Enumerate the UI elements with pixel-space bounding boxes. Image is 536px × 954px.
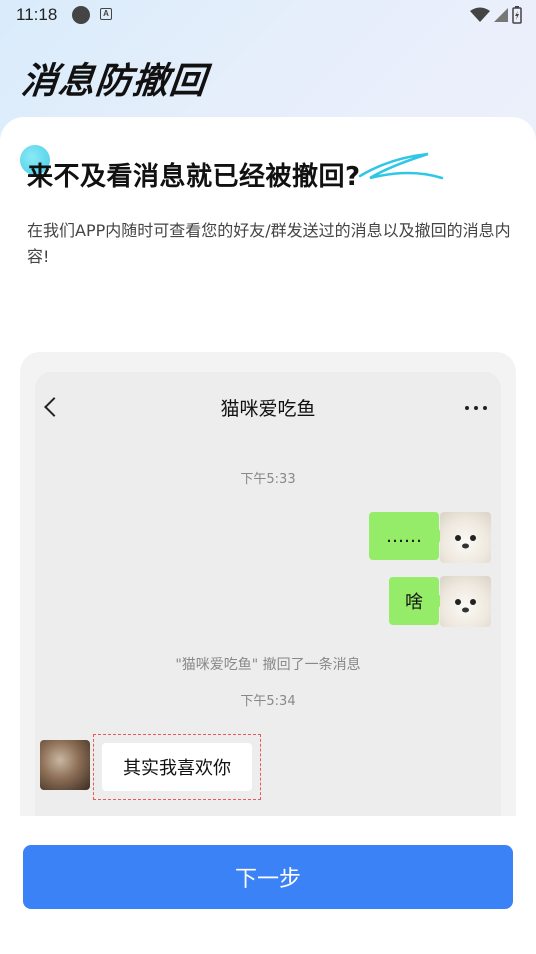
battery-icon — [512, 6, 522, 24]
my-avatar — [440, 512, 491, 563]
page-title: 消息防撤回 — [19, 61, 209, 102]
chat-window: 猫咪爱吃鱼 下午5:33 …… 啥 "猫咪爱吃鱼" 撤回了一条消息 下午5:34… — [35, 372, 501, 816]
my-message-bubble: …… — [369, 512, 446, 560]
timestamp: 下午5:34 — [240, 694, 296, 709]
next-button[interactable]: 下一步 — [23, 845, 513, 909]
my-message-bubble: 啥 — [389, 577, 446, 625]
a-icon: A — [100, 8, 112, 20]
contact-avatar — [40, 740, 90, 790]
my-avatar — [440, 576, 491, 627]
headline: 来不及看消息就已经被撤回? — [27, 162, 361, 192]
status-time: 11:18 — [16, 5, 58, 24]
description: 在我们APP内随时可查看您的好友/群发送过的消息以及撤回的消息内容! — [27, 221, 511, 266]
chat-title: 猫咪爱吃鱼 — [220, 398, 316, 420]
notification-dot-icon — [72, 6, 90, 24]
status-bar: 11:18 A — [0, 0, 536, 30]
wifi-icon — [470, 7, 490, 22]
recalled-message-bubble: 其实我喜欢你 — [102, 743, 252, 791]
squiggle-decoration-icon — [358, 152, 444, 180]
recall-notice: "猫咪爱吃鱼" 撤回了一条消息 — [175, 657, 361, 673]
timestamp: 下午5:33 — [240, 472, 296, 487]
signal-icon — [494, 8, 508, 22]
more-icon — [465, 406, 487, 410]
chat-preview: 猫咪爱吃鱼 下午5:33 …… 啥 "猫咪爱吃鱼" 撤回了一条消息 下午5:34… — [20, 352, 516, 816]
